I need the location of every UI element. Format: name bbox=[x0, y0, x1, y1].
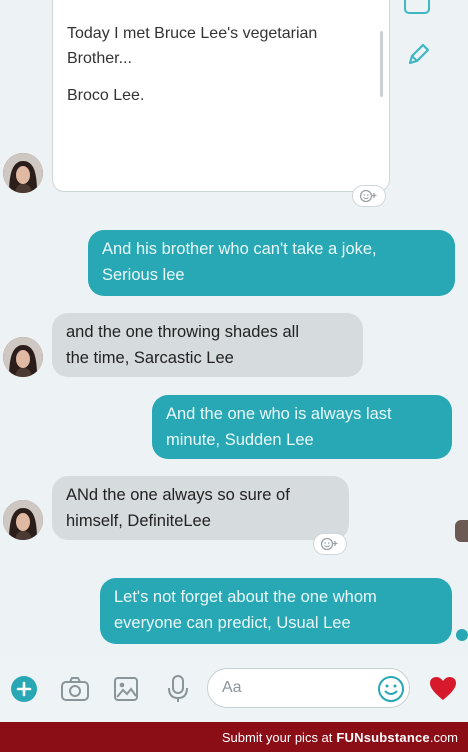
message-line-1: ANd the one always so sure of bbox=[66, 486, 290, 504]
card-line-1: Today I met Bruce Lee's vegetarian bbox=[67, 25, 318, 42]
footer-text: Submit your pics at bbox=[221, 729, 333, 745]
emoji-icon[interactable] bbox=[376, 674, 406, 704]
camera-icon[interactable] bbox=[60, 674, 90, 704]
mic-icon[interactable] bbox=[163, 674, 193, 704]
add-reaction-button[interactable] bbox=[352, 185, 386, 207]
message-line-2: minute, Sudden Lee bbox=[166, 431, 314, 449]
message-line-1: And his brother who can't take a joke, bbox=[102, 240, 377, 258]
outgoing-message[interactable]: And the one who is always last minute, S… bbox=[152, 395, 452, 459]
contact-avatar[interactable] bbox=[3, 500, 43, 540]
plus-icon[interactable] bbox=[9, 674, 39, 704]
read-receipt-avatar bbox=[455, 520, 468, 542]
message-line-1: And the one who is always last bbox=[166, 405, 392, 423]
card-scrollbar[interactable] bbox=[380, 31, 383, 97]
message-line-2: the time, Sarcastic Lee bbox=[66, 349, 234, 367]
shared-note-card[interactable]: Today I met Bruce Lee's vegetarian Broth… bbox=[52, 0, 390, 192]
heart-icon[interactable] bbox=[428, 674, 458, 704]
edit-pencil-icon[interactable] bbox=[403, 40, 433, 70]
add-reaction-button[interactable] bbox=[313, 533, 347, 555]
message-line-1: and the one throwing shades all bbox=[66, 323, 299, 341]
footer-domain: .com bbox=[429, 729, 458, 745]
watermark-footer: Submit your pics at FUNsubstance .com bbox=[0, 722, 468, 752]
card-line-2: Brother... bbox=[67, 50, 132, 67]
message-line-1: Let's not forget about the one whom bbox=[114, 588, 377, 606]
message-input-placeholder: Aa bbox=[222, 679, 242, 696]
incoming-message[interactable]: ANd the one always so sure of himself, D… bbox=[52, 476, 349, 540]
message-line-2: everyone can predict, Usual Lee bbox=[114, 614, 351, 632]
message-line-2: Serious lee bbox=[102, 266, 185, 284]
incoming-message[interactable]: and the one throwing shades all the time… bbox=[52, 313, 363, 377]
outgoing-message[interactable]: And his brother who can't take a joke, S… bbox=[88, 230, 455, 296]
contact-avatar[interactable] bbox=[3, 337, 43, 377]
message-line-2: himself, DefiniteLee bbox=[66, 512, 211, 530]
card-line-3: Broco Lee. bbox=[67, 87, 145, 104]
image-icon[interactable] bbox=[111, 674, 141, 704]
footer-brand[interactable]: FUNsubstance bbox=[336, 730, 429, 745]
share-icon[interactable] bbox=[404, 0, 430, 14]
contact-avatar[interactable] bbox=[3, 153, 43, 193]
chat-thread: Today I met Bruce Lee's vegetarian Broth… bbox=[0, 0, 468, 722]
delivered-check-icon bbox=[456, 629, 468, 641]
outgoing-message[interactable]: Let's not forget about the one whom ever… bbox=[100, 578, 452, 644]
